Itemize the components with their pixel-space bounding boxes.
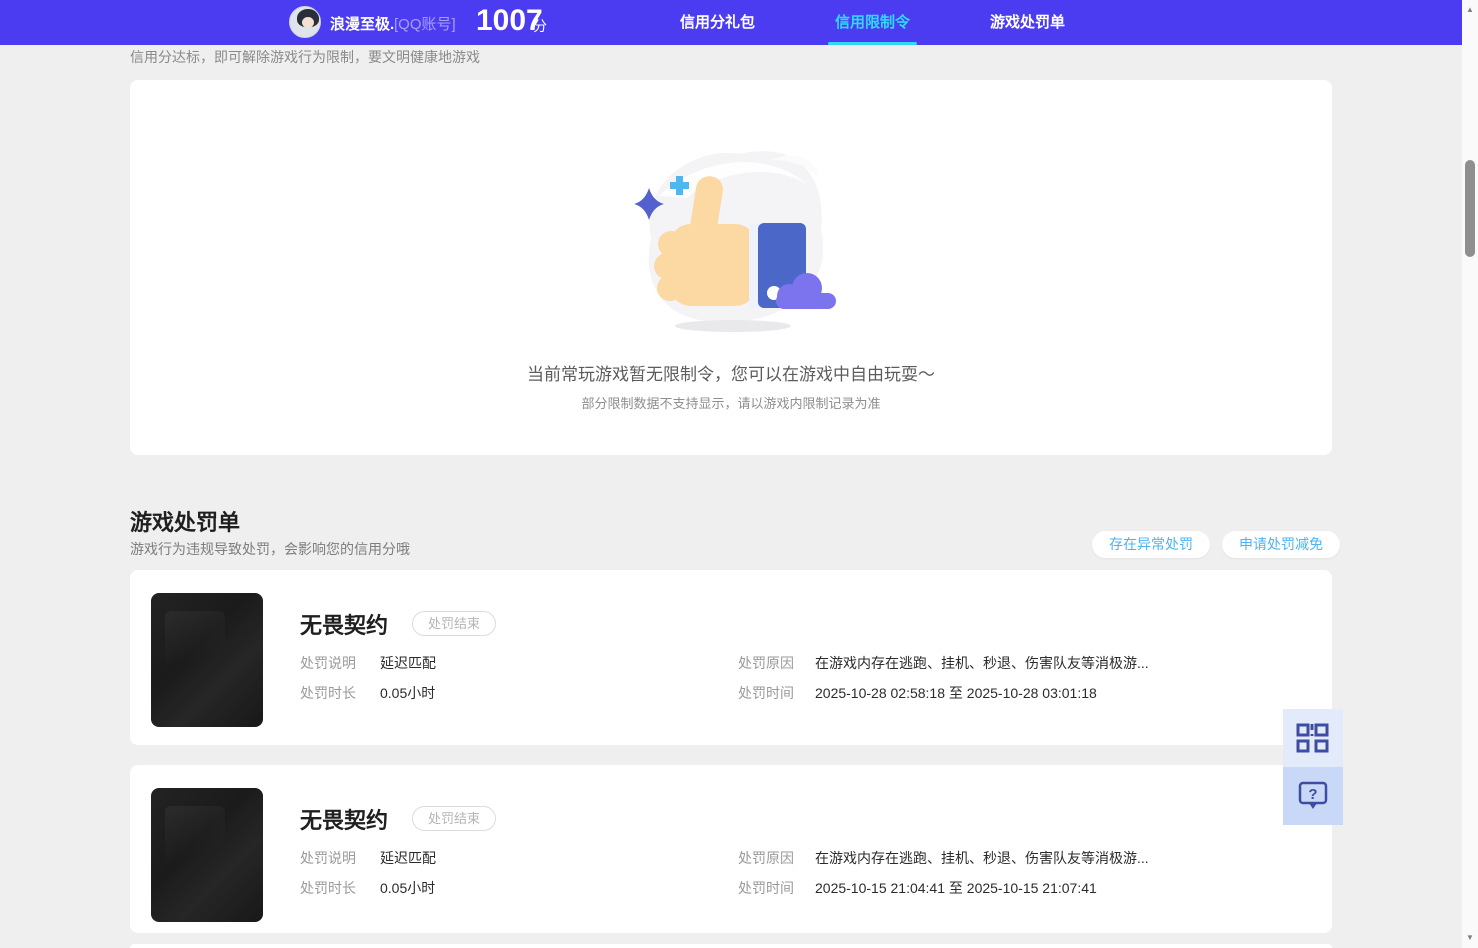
penalty-time-value: 2025-10-28 02:58:18 至 2025-10-28 03:01:1… — [815, 685, 1097, 701]
penalty-reason-label: 处罚原因 — [738, 655, 794, 671]
penalty-section-title: 游戏处罚单 — [130, 510, 241, 535]
penalty-reason-value: 在游戏内存在逃跑、挂机、秒退、伤害队友等消极游... — [815, 850, 1149, 866]
credit-score-unit: 分 — [533, 18, 547, 34]
scrollbar-up-arrow[interactable]: ▲ — [1462, 2, 1478, 18]
penalty-desc-value: 延迟匹配 — [380, 850, 436, 866]
penalty-time-value: 2025-10-15 21:04:41 至 2025-10-15 21:07:4… — [815, 880, 1097, 896]
tab-credit-restriction[interactable]: 信用限制令 — [795, 0, 950, 45]
game-title: 无畏契约 — [300, 613, 389, 638]
tab-game-penalty[interactable]: 游戏处罚单 — [950, 0, 1105, 45]
user-avatar[interactable] — [289, 6, 321, 38]
abnormal-penalty-button[interactable]: 存在异常处罚 — [1092, 531, 1210, 558]
username: 浪漫至极. — [330, 16, 395, 33]
intro-line: 信用分达标，即可解除游戏行为限制，要文明健康地游戏 — [130, 49, 480, 65]
penalty-section-subtitle: 游戏行为违规导致处罚，会影响您的信用分哦 — [130, 541, 410, 557]
empty-state-message: 当前常玩游戏暂无限制令，您可以在游戏中自由玩耍～ — [527, 365, 935, 384]
penalty-reduction-button[interactable]: 申请处罚减免 — [1222, 531, 1340, 558]
next-card-top-edge — [130, 944, 1332, 948]
empty-state-note: 部分限制数据不支持显示，请以游戏内限制记录为准 — [581, 396, 881, 411]
game-title: 无畏契约 — [300, 808, 389, 833]
penalty-duration-value: 0.05小时 — [380, 685, 436, 701]
tab-credit-gift[interactable]: 信用分礼包 — [640, 0, 795, 45]
qr-code-button[interactable] — [1283, 709, 1343, 767]
penalty-time-label: 处罚时间 — [738, 880, 794, 896]
restriction-empty-panel: 当前常玩游戏暂无限制令，您可以在游戏中自由玩耍～ 部分限制数据不支持显示，请以游… — [130, 80, 1332, 455]
qr-code-icon — [1296, 723, 1329, 753]
penalty-card: 无畏契约 处罚结束 处罚说明 延迟匹配 处罚时长 0.05小时 处罚原因 在游戏… — [130, 765, 1332, 933]
status-badge: 处罚结束 — [412, 806, 497, 831]
status-badge: 处罚结束 — [412, 611, 497, 636]
svg-text:?: ? — [1308, 786, 1317, 803]
penalty-reason-label: 处罚原因 — [738, 850, 794, 866]
penalty-card: 无畏契约 处罚结束 处罚说明 延迟匹配 处罚时长 0.05小时 处罚原因 在游戏… — [130, 570, 1332, 745]
scrollbar[interactable]: ▲ ▼ — [1462, 0, 1478, 948]
header-bar: 浪漫至极. [QQ账号] 1007 分 信用分礼包 信用限制令 游戏处罚单 — [0, 0, 1462, 45]
penalty-duration-value: 0.05小时 — [380, 880, 436, 896]
account-type-label: [QQ账号] — [394, 16, 456, 33]
penalty-duration-label: 处罚时长 — [300, 880, 356, 896]
thumbs-up-illustration — [634, 151, 836, 332]
penalty-time-label: 处罚时间 — [738, 685, 794, 701]
penalty-duration-label: 处罚时长 — [300, 685, 356, 701]
game-thumbnail — [151, 593, 263, 727]
help-icon: ? — [1298, 781, 1328, 809]
scrollbar-down-arrow[interactable]: ▼ — [1462, 930, 1478, 946]
scrollbar-thumb[interactable] — [1465, 160, 1475, 257]
penalty-reason-value: 在游戏内存在逃跑、挂机、秒退、伤害队友等消极游... — [815, 655, 1149, 671]
help-button[interactable]: ? — [1283, 767, 1343, 825]
penalty-desc-label: 处罚说明 — [300, 850, 356, 866]
game-thumbnail — [151, 788, 263, 922]
penalty-desc-value: 延迟匹配 — [380, 655, 436, 671]
penalty-desc-label: 处罚说明 — [300, 655, 356, 671]
header-nav: 信用分礼包 信用限制令 游戏处罚单 — [640, 0, 1105, 45]
